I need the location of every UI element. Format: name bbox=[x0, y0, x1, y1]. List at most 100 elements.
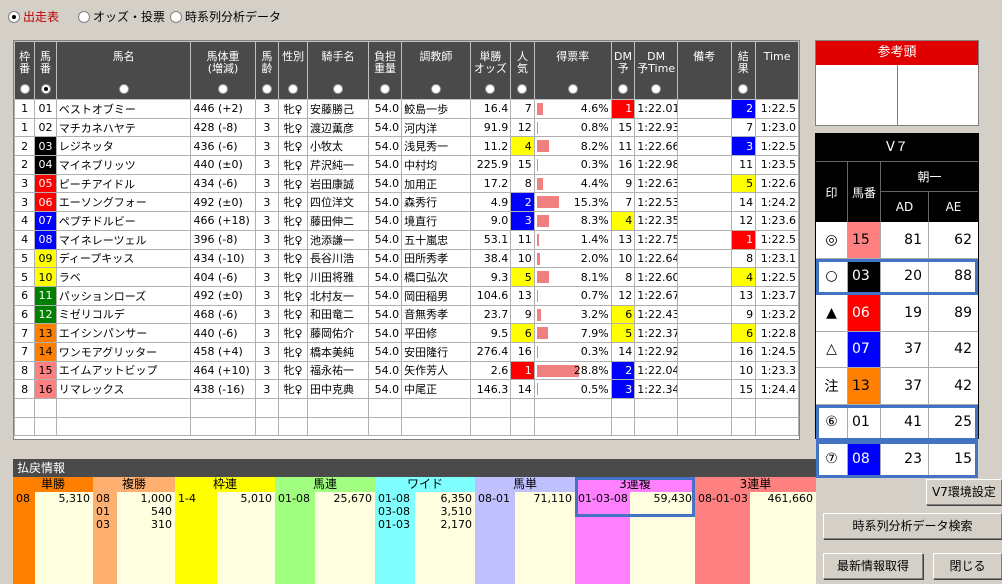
column-header-name[interactable]: 馬名 bbox=[55, 41, 192, 100]
payout-combos: 08 bbox=[13, 492, 35, 584]
table-row[interactable]: 7 14 ワンモアグリッター 458 (+4) 3 牝♀ 橋本美純 54.0 安田隆行 276.4… bbox=[13, 341, 799, 362]
column-header-age[interactable]: 馬齢 bbox=[254, 41, 280, 100]
v7-row[interactable]: ⑦ 08 23 15 bbox=[816, 441, 978, 478]
table-row[interactable]: 6 11 パッションローズ 492 (±0) 3 牝♀ 北村友一 54.0 岡田稲男 104.6 1… bbox=[13, 285, 799, 306]
cell-pop: 1 bbox=[510, 360, 535, 381]
table-row[interactable]: 7 13 エイシンパンサー 440 (-6) 3 牝♀ 藤岡佑介 54.0 平田修 9.5 6 7.9… bbox=[13, 323, 799, 343]
sort-radio[interactable] bbox=[567, 84, 578, 94]
v7-row[interactable]: 注 13 37 42 bbox=[816, 368, 978, 405]
payout-col-7: 3連単 08-01-03 461,660 bbox=[695, 477, 816, 584]
refresh-button[interactable]: 最新情報取得 bbox=[823, 553, 923, 579]
vote-rate-bar bbox=[536, 140, 549, 153]
column-header-weight[interactable]: 馬体重 (増減) bbox=[190, 41, 256, 100]
column-header-pop[interactable]: 人気 bbox=[510, 41, 535, 100]
column-header-dmt[interactable]: DM 予Time bbox=[634, 41, 679, 100]
sort-radio[interactable] bbox=[40, 84, 51, 94]
cell-odds: 9.0 bbox=[469, 211, 512, 231]
column-header-trainer[interactable]: 調教師 bbox=[401, 41, 471, 100]
sort-radio[interactable] bbox=[218, 84, 229, 94]
sort-radio[interactable] bbox=[118, 84, 129, 94]
radio-timeseries[interactable]: 時系列分析データ bbox=[170, 8, 281, 25]
cell-rate: 4.4% bbox=[533, 173, 612, 194]
reference-cell-1[interactable] bbox=[816, 65, 898, 125]
table-row[interactable]: 8 16 リマレックス 438 (-16) 3 牝♀ 田中克典 54.0 中尾正 146.3 14 0… bbox=[13, 379, 799, 399]
cell-trainer: 五十嵐忠 bbox=[401, 229, 471, 250]
cell-time: 1:22.5 bbox=[755, 267, 799, 287]
sort-radio[interactable] bbox=[19, 84, 30, 94]
v7-row[interactable]: △ 07 37 42 bbox=[816, 331, 978, 368]
table-row[interactable]: 4 08 マイネレーツェル 396 (-8) 3 牝♀ 池添謙一 54.0 五十嵐忠 53.1 11… bbox=[13, 229, 799, 250]
cell-sex: 牝♀ bbox=[278, 267, 309, 287]
table-row[interactable]: 1 02 マチカネハヤテ 428 (-8) 3 牝♀ 渡辺薫彦 54.0 河内洋 91.9 12 0.… bbox=[13, 117, 799, 138]
timeseries-search-button[interactable]: 時系列分析データ検索 bbox=[823, 513, 1002, 539]
table-row[interactable]: 3 05 ピーチアイドル 434 (-6) 3 牝♀ 岩田康誠 54.0 加用正 17.2 8 4.4… bbox=[13, 173, 799, 194]
sort-radio[interactable] bbox=[333, 84, 343, 94]
cell-name: エーソングフォー bbox=[55, 192, 192, 213]
column-header-sex[interactable]: 性別 bbox=[278, 41, 309, 100]
cell-rate: 0.3% bbox=[533, 341, 612, 362]
cell-load: 54.0 bbox=[367, 229, 403, 250]
cell-weight: 492 (±0) bbox=[190, 192, 256, 213]
column-header-rate[interactable]: 得票率 bbox=[533, 41, 612, 100]
sort-radio[interactable] bbox=[430, 84, 441, 94]
radio-entry-table[interactable]: 出走表 bbox=[8, 8, 59, 25]
vote-rate-value: 3.2% bbox=[580, 307, 609, 321]
vote-rate-bar bbox=[536, 215, 549, 228]
payout-col-3: 馬連 01-08 25,670 bbox=[275, 477, 375, 584]
cell-result: 10 bbox=[730, 360, 757, 381]
cell-waku: 4 bbox=[13, 229, 36, 250]
table-row[interactable]: 6 12 ミゼリコルデ 468 (-6) 3 牝♀ 和田竜二 54.0 音無秀孝 23.7 9 3.2… bbox=[13, 304, 799, 325]
sort-radio[interactable] bbox=[261, 84, 272, 94]
v7-row[interactable]: ▲ 06 19 89 bbox=[816, 295, 978, 332]
column-header-label: Time bbox=[763, 50, 791, 63]
cell-time: 1:23.7 bbox=[755, 285, 799, 306]
v7-row[interactable]: ⑥ 01 41 25 bbox=[816, 404, 978, 441]
v7-mark: ⑥ bbox=[816, 404, 848, 440]
cell-odds: 2.6 bbox=[469, 360, 512, 381]
close-button[interactable]: 閉じる bbox=[933, 553, 1002, 579]
sort-radio[interactable] bbox=[738, 84, 749, 94]
vote-rate-bar bbox=[536, 252, 540, 265]
table-row[interactable]: 3 06 エーソングフォー 492 (±0) 3 牝♀ 四位洋文 54.0 森秀行 4.9 2 15.… bbox=[13, 192, 799, 213]
table-row[interactable]: 5 09 ディープキッス 434 (-10) 3 牝♀ 長谷川浩 54.0 田所秀孝 38.4 10… bbox=[13, 248, 799, 269]
cell-age: 3 bbox=[254, 248, 280, 269]
column-header-waku[interactable]: 枠番 bbox=[13, 41, 36, 100]
radio-odds-vote[interactable]: オッズ・投票 bbox=[78, 8, 165, 25]
sort-radio[interactable] bbox=[517, 84, 528, 94]
column-header-odds[interactable]: 単勝 オッズ bbox=[469, 41, 512, 100]
v7-settings-button[interactable]: V7環境設定 bbox=[926, 479, 1002, 505]
column-header-load[interactable]: 負担 重量 bbox=[367, 41, 403, 100]
payout-col-2: 枠連 1-4 5,010 bbox=[175, 477, 275, 584]
table-row[interactable]: 4 07 ペプチドルビー 466 (+18) 3 牝♀ 藤田伸二 54.0 境直行 9.0 3 8.3… bbox=[13, 211, 799, 231]
column-header-uma[interactable]: 馬番 bbox=[34, 41, 57, 100]
table-row[interactable]: 8 15 エイムアットビップ 464 (+10) 3 牝♀ 福永祐一 54.0 矢作芳人 2.6 1… bbox=[13, 360, 799, 381]
column-header-dm[interactable]: DM 予 bbox=[610, 41, 636, 100]
entry-table-grid[interactable]: 枠番馬番 馬名 馬体重 (増減) 馬齢性別 騎手名 負担 重量 調教師 単勝 オッズ人気 得票率 DM 予… bbox=[13, 40, 800, 440]
v7-row[interactable]: ○ 03 20 88 bbox=[816, 258, 978, 295]
table-row[interactable]: 5 10 ラベ 404 (-6) 3 牝♀ 川田将雅 54.0 橋口弘次 9.3 5 8.1% 8 1:2… bbox=[13, 267, 799, 287]
table-row[interactable]: 1 01 ベストオブミー 446 (+2) 3 牝♀ 安藤勝己 54.0 鮫島一歩 16.4 7 4.… bbox=[13, 99, 799, 119]
column-header-label: 馬体重 (増減) bbox=[206, 50, 240, 75]
sort-radio[interactable] bbox=[380, 84, 391, 94]
cell-name: ラベ bbox=[55, 267, 192, 287]
cell-load: 54.0 bbox=[367, 117, 403, 138]
column-header-jockey[interactable]: 騎手名 bbox=[307, 41, 369, 100]
column-header-note[interactable]: 備考 bbox=[677, 41, 732, 100]
table-row[interactable]: 2 04 マイネブリッツ 440 (±0) 3 牝♀ 芹沢純一 54.0 中村均 225.9 15 0… bbox=[13, 155, 799, 175]
sort-radio[interactable] bbox=[288, 84, 299, 94]
sort-radio[interactable] bbox=[617, 84, 628, 94]
cell-uma: 12 bbox=[34, 304, 57, 325]
cell-dm: 15 bbox=[610, 117, 636, 138]
table-row[interactable]: 2 03 レジネッタ 436 (-6) 3 牝♀ 小牧太 54.0 浅見秀一 11.2 4 8.2% 1… bbox=[13, 136, 799, 157]
cell-pop: 5 bbox=[510, 267, 535, 287]
column-header-result[interactable]: 結果 bbox=[730, 41, 757, 100]
v7-row[interactable]: ◎ 15 81 62 bbox=[816, 222, 978, 259]
cell-rate: 0.3% bbox=[533, 155, 612, 175]
reference-cell-2[interactable] bbox=[898, 65, 979, 125]
cell-name: エイシンパンサー bbox=[55, 323, 192, 343]
vote-rate-bar bbox=[536, 383, 538, 396]
sort-radio[interactable] bbox=[485, 84, 496, 94]
sort-radio[interactable] bbox=[651, 84, 662, 94]
cell-dm: 11 bbox=[610, 136, 636, 157]
column-header-time[interactable]: Time bbox=[755, 41, 799, 100]
